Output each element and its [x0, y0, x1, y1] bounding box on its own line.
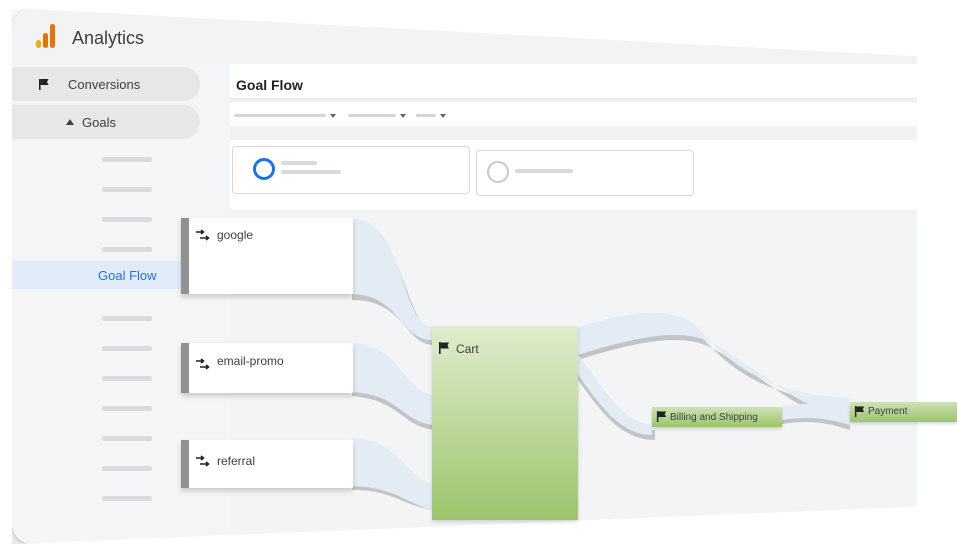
- source-node-label: google: [217, 228, 254, 242]
- source-node-label: email-promo: [217, 354, 284, 368]
- goal-node-cart[interactable]: Cart: [432, 326, 578, 520]
- flag-icon: [854, 406, 865, 417]
- flag-icon: [439, 342, 449, 354]
- source-node-google[interactable]: google: [181, 218, 353, 294]
- arrows-icon: [196, 358, 210, 370]
- goal-node-label: Payment: [868, 406, 908, 417]
- flow-link: [352, 218, 432, 340]
- arrows-icon: [196, 229, 210, 241]
- flow-link: [352, 438, 432, 510]
- source-node-referral[interactable]: referral: [181, 440, 353, 488]
- arrows-icon: [196, 455, 210, 467]
- goal-node-label: Cart: [456, 342, 479, 356]
- flag-icon: [656, 411, 667, 422]
- goal-node-payment[interactable]: Payment: [850, 402, 957, 422]
- flow-link: [578, 312, 850, 415]
- goal-node-label: Billing and Shipping: [670, 412, 758, 423]
- source-node-label: referral: [217, 454, 256, 468]
- flow-link: [352, 343, 432, 425]
- source-node-email-promo[interactable]: email-promo: [181, 343, 353, 393]
- goal-node-billing-shipping[interactable]: Billing and Shipping: [652, 407, 782, 427]
